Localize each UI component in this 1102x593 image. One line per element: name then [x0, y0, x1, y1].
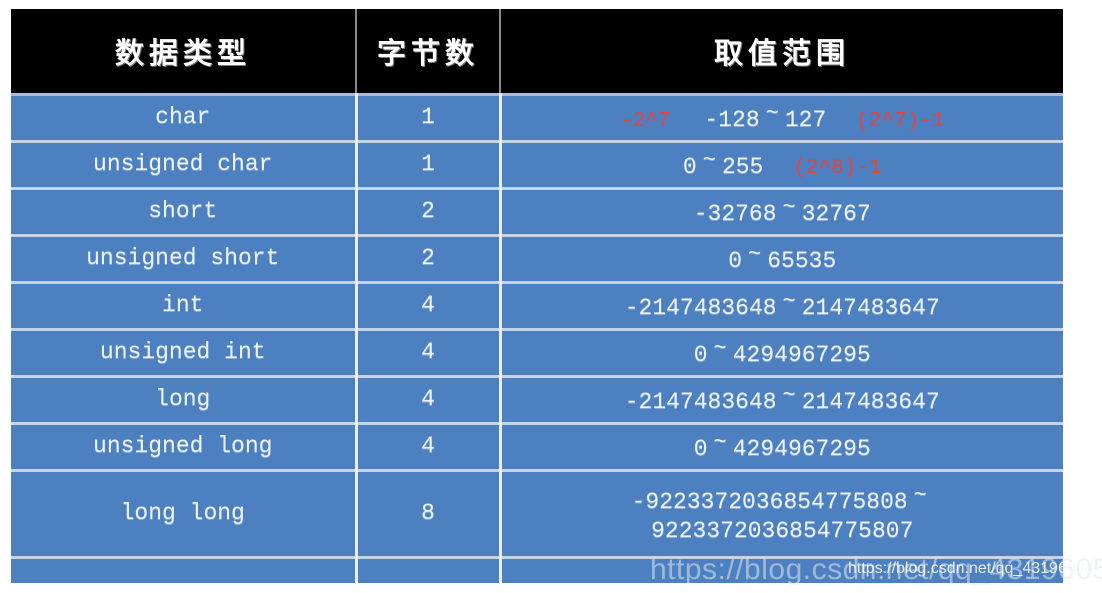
data-types-table: 数据类型 字节数 取值范围 char 1 -2^7 -128 ~127 (2^7)-1 un…: [11, 9, 1063, 583]
table-header: 数据类型 字节数 取值范围: [11, 9, 1063, 95]
range-value: -2147483648 ~2147483647: [624, 383, 940, 416]
cell-value-range: 0~18446744073709551615: [500, 556, 1063, 583]
range-separator-icon: ~: [713, 430, 727, 456]
cell-byte-count: 4: [356, 375, 502, 424]
range-max: 4294967295: [732, 436, 871, 463]
cell-data-type: unsigned long long: [11, 556, 358, 583]
cell-data-type: int: [11, 281, 358, 330]
table-body: char 1 -2^7 -128 ~127 (2^7)-1 unsigned char 1 0 ~…: [11, 93, 1063, 583]
range-separator-icon: ~: [782, 195, 796, 221]
column-header-byte-count: 字节数: [356, 9, 501, 95]
range-separator-icon: ~: [782, 289, 796, 315]
range-max: 9223372036854775807: [651, 518, 914, 544]
range-separator-icon: ~: [913, 482, 927, 508]
range-annotation-upper: (2^7)-1: [856, 110, 945, 134]
range-separator-icon: ~: [782, 383, 796, 409]
range-min: -128: [704, 107, 760, 134]
range-min: 0: [728, 248, 743, 275]
cell-value-range: 0 ~4294967295: [500, 328, 1063, 377]
cell-value-range: -32768 ~32767: [500, 187, 1063, 236]
cell-value-range: 0 ~4294967295: [500, 422, 1063, 471]
cell-byte-count: 8: [356, 556, 502, 583]
cell-data-type: char: [11, 93, 358, 142]
table-row: int 4 -2147483648 ~2147483647: [11, 281, 1063, 330]
table-row: unsigned int 4 0 ~4294967295: [11, 328, 1063, 377]
cell-byte-count: 1: [356, 93, 502, 142]
range-min: 0: [682, 154, 697, 181]
range-separator-icon: ~: [765, 101, 779, 127]
cell-byte-count: 4: [356, 328, 502, 377]
cell-byte-count: 4: [356, 281, 502, 330]
column-header-value-range: 取值范围: [500, 9, 1063, 95]
table-row: char 1 -2^7 -128 ~127 (2^7)-1: [11, 93, 1063, 142]
table-header-row: 数据类型 字节数 取值范围: [11, 9, 1063, 95]
cell-byte-count: 2: [356, 234, 502, 283]
range-min: 0: [693, 436, 708, 463]
table-row: unsigned char 1 0 ~255 (2^8)-1: [11, 140, 1063, 189]
table-row: unsigned long long80~1844674407370955161…: [11, 556, 1063, 583]
cell-value-range: 0 ~255 (2^8)-1: [500, 140, 1063, 189]
range-max: 2147483647: [801, 295, 940, 322]
range-max: 255: [721, 154, 764, 181]
cell-byte-count: 4: [356, 422, 502, 471]
range-value: 0 ~255: [682, 148, 764, 181]
cell-value-range: -2147483648 ~2147483647: [500, 281, 1063, 330]
range-value: -2147483648 ~2147483647: [624, 289, 940, 322]
table-row: long long 8 -9223372036854775808 ~922337203…: [11, 469, 1063, 558]
table-row: short 2 -32768 ~32767: [11, 187, 1063, 236]
range-max: 127: [784, 107, 827, 134]
cell-byte-count: 1: [356, 140, 502, 189]
range-separator-icon: ~: [713, 336, 727, 362]
cell-data-type: unsigned long: [11, 422, 358, 471]
table-row: unsigned long 4 0 ~4294967295: [11, 422, 1063, 471]
range-max: 4294967295: [732, 342, 871, 369]
cell-byte-count: 2: [356, 187, 502, 236]
range-value: -9223372036854775808 ~9223372036854775807: [506, 482, 1060, 547]
range-max: 2147483647: [801, 389, 940, 416]
range-value: -32768 ~32767: [693, 195, 871, 228]
range-min: -2147483648: [624, 295, 777, 322]
range-min: -9223372036854775808: [631, 488, 908, 515]
range-value: 0 ~4294967295: [693, 336, 871, 369]
cell-data-type: long long: [11, 469, 358, 558]
cell-data-type: long: [11, 375, 358, 424]
cell-data-type: unsigned short: [11, 234, 358, 283]
table-row: long 4 -2147483648 ~2147483647: [11, 375, 1063, 424]
data-types-table-container: 数据类型 字节数 取值范围 char 1 -2^7 -128 ~127 (2^7)-1 un…: [11, 9, 1063, 583]
range-annotation-upper: (2^8)-1: [793, 157, 882, 181]
cell-value-range: -9223372036854775808 ~9223372036854775807: [500, 469, 1063, 558]
column-header-data-type: 数据类型: [11, 9, 357, 95]
range-min: -32768: [693, 201, 777, 228]
range-value: -128 ~127: [704, 101, 827, 134]
cell-data-type: short: [11, 187, 358, 236]
range-annotation-lower: -2^7: [620, 110, 671, 134]
range-min: 0: [693, 342, 708, 369]
range-max: 65535: [767, 248, 837, 275]
table-row: unsigned short 2 0 ~65535: [11, 234, 1063, 283]
range-min: -2147483648: [624, 389, 777, 416]
range-separator-icon: ~: [702, 148, 716, 174]
screenshot-root: 数据类型 字节数 取值范围 char 1 -2^7 -128 ~127 (2^7)-1 un…: [0, 0, 1102, 593]
cell-value-range: -2147483648 ~2147483647: [500, 375, 1063, 424]
cell-value-range: -2^7 -128 ~127 (2^7)-1: [500, 93, 1063, 142]
cell-byte-count: 8: [356, 469, 502, 558]
cell-data-type: unsigned int: [11, 328, 358, 377]
cell-data-type: unsigned char: [11, 140, 358, 189]
range-value: 0 ~65535: [728, 242, 837, 275]
range-separator-icon: ~: [748, 242, 762, 268]
range-value: 0 ~4294967295: [693, 430, 871, 463]
range-max: 32767: [801, 201, 871, 228]
cell-value-range: 0 ~65535: [500, 234, 1063, 283]
